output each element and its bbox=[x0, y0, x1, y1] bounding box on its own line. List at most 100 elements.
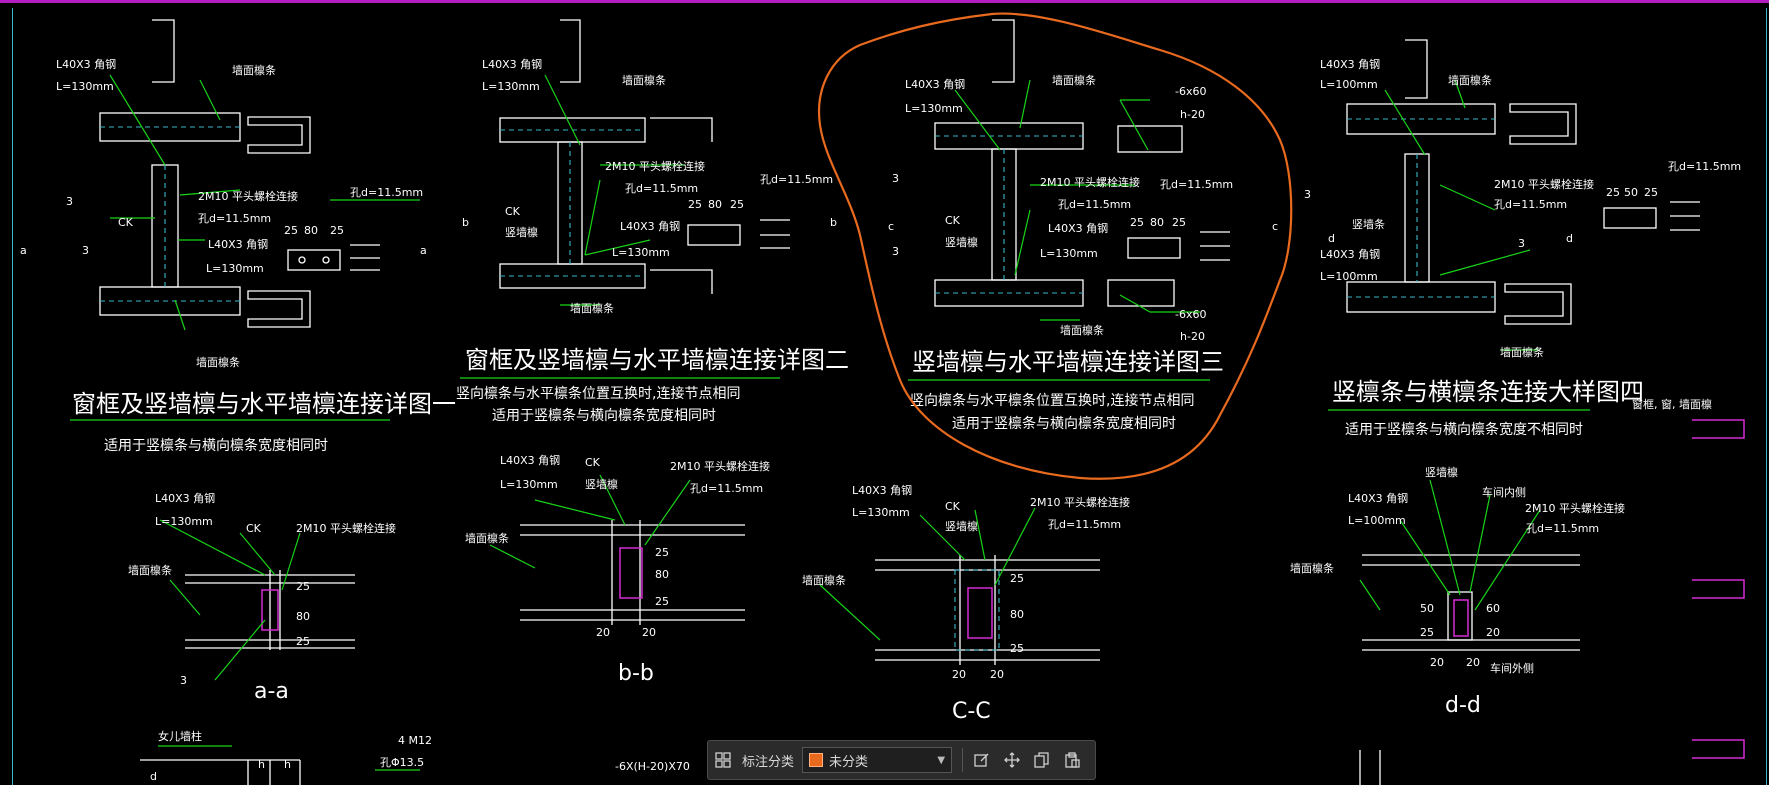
svg-text:孔d=11.5mm: 孔d=11.5mm bbox=[1160, 178, 1233, 191]
label-bb: b-b bbox=[618, 661, 654, 686]
svg-text:墙面檩条: 墙面檩条 bbox=[570, 301, 614, 315]
svg-text:20: 20 bbox=[990, 668, 1004, 681]
svg-text:CK: CK bbox=[246, 522, 262, 535]
svg-text:CK: CK bbox=[585, 456, 601, 469]
svg-text:80: 80 bbox=[708, 198, 722, 211]
svg-text:25: 25 bbox=[688, 198, 702, 211]
svg-text:竖向檩条与水平檩条位置互换时,连接节点相同: 竖向檩条与水平檩条位置互换时,连接节点相同 bbox=[910, 392, 1194, 409]
svg-text:3: 3 bbox=[892, 172, 899, 185]
category-selected: 未分类 bbox=[829, 754, 869, 770]
paste-icon[interactable] bbox=[1057, 745, 1087, 775]
svg-text:-6X(H-20)X70: -6X(H-20)X70 bbox=[615, 760, 690, 773]
svg-text:墙面檩条: 墙面檩条 bbox=[128, 563, 172, 577]
svg-text:CK: CK bbox=[505, 205, 521, 218]
svg-text:h-20: h-20 bbox=[1180, 330, 1205, 343]
svg-text:2M10 平头螺栓连接: 2M10 平头螺栓连接 bbox=[605, 159, 705, 173]
svg-text:3: 3 bbox=[82, 244, 89, 257]
annotation-toolbar: 标注分类 未分类 ▼ bbox=[707, 740, 1096, 780]
svg-text:80: 80 bbox=[655, 568, 669, 581]
svg-text:孔d=11.5mm: 孔d=11.5mm bbox=[625, 182, 698, 195]
toolbar-label: 标注分类 bbox=[742, 754, 795, 770]
svg-text:车间内侧: 车间内侧 bbox=[1482, 485, 1526, 499]
svg-text:h: h bbox=[284, 758, 291, 771]
svg-text:孔d=11.5mm: 孔d=11.5mm bbox=[1058, 198, 1131, 211]
svg-text:2M10 平头螺栓连接: 2M10 平头螺栓连接 bbox=[296, 521, 396, 535]
svg-text:b: b bbox=[830, 216, 837, 229]
svg-text:20: 20 bbox=[952, 668, 966, 681]
detail-3: L40X3 角钢 L=130mm 墙面檩条 -6x60 h-20 3 2M10 … bbox=[818, 12, 1293, 480]
svg-text:L=130mm: L=130mm bbox=[206, 262, 264, 275]
label-l40x3: L40X3 角钢 bbox=[56, 58, 116, 71]
svg-text:竖墙檩: 竖墙檩 bbox=[505, 225, 538, 239]
svg-text:25: 25 bbox=[1010, 572, 1024, 585]
svg-text:L40X3 角钢: L40X3 角钢 bbox=[905, 78, 965, 91]
svg-text:80: 80 bbox=[304, 224, 318, 237]
svg-text:L40X3 角钢: L40X3 角钢 bbox=[852, 484, 912, 497]
svg-text:b: b bbox=[462, 216, 469, 229]
title-detail-2: 窗框及竖墙檩与水平墙檩连接详图二 bbox=[465, 346, 849, 374]
title-detail-1: 窗框及竖墙檩与水平墙檩连接详图一 bbox=[72, 390, 456, 418]
svg-text:孔d=11.5mm: 孔d=11.5mm bbox=[1048, 518, 1121, 531]
svg-text:L40X3 角钢: L40X3 角钢 bbox=[482, 58, 542, 71]
svg-text:25: 25 bbox=[1644, 186, 1658, 199]
detail-2: L40X3 角钢 L=130mm 墙面檩条 2M10 平头螺栓连接 孔d=11.… bbox=[456, 19, 849, 424]
detail-4: L40X3 角钢 L=100mm 墙面檩条 2M10 平头螺栓连接 孔d=11.… bbox=[1304, 39, 1741, 438]
svg-text:L40X3 角钢: L40X3 角钢 bbox=[500, 454, 560, 467]
svg-text:L40X3 角钢: L40X3 角钢 bbox=[155, 492, 215, 505]
svg-text:c: c bbox=[888, 220, 894, 233]
copy-icon[interactable] bbox=[1027, 745, 1057, 775]
svg-text:80: 80 bbox=[1150, 216, 1164, 229]
svg-text:50: 50 bbox=[1624, 186, 1638, 199]
svg-text:25: 25 bbox=[296, 580, 310, 593]
svg-text:d: d bbox=[150, 770, 157, 783]
edit-icon[interactable] bbox=[967, 745, 997, 775]
label-aa: a-a bbox=[254, 679, 289, 704]
svg-text:-6x60: -6x60 bbox=[1175, 85, 1206, 98]
svg-text:竖墙檩: 竖墙檩 bbox=[945, 519, 978, 533]
move-icon[interactable] bbox=[997, 745, 1027, 775]
grid-icon[interactable] bbox=[708, 745, 738, 775]
svg-text:女儿墙柱: 女儿墙柱 bbox=[158, 729, 202, 743]
svg-text:墙面檩条: 墙面檩条 bbox=[232, 63, 276, 77]
category-select[interactable]: 未分类 ▼ bbox=[802, 747, 953, 773]
svg-text:a: a bbox=[20, 244, 27, 257]
svg-text:竖墙檩: 竖墙檩 bbox=[1425, 465, 1458, 479]
svg-text:2M10 平头螺栓连接: 2M10 平头螺栓连接 bbox=[198, 189, 298, 203]
svg-text:3: 3 bbox=[1304, 188, 1311, 201]
svg-text:c: c bbox=[1272, 220, 1278, 233]
svg-text:20: 20 bbox=[1466, 656, 1480, 669]
svg-text:25: 25 bbox=[1420, 626, 1434, 639]
svg-text:L40X3 角钢: L40X3 角钢 bbox=[208, 238, 268, 251]
svg-text:孔d=11.5mm: 孔d=11.5mm bbox=[198, 212, 271, 225]
svg-text:孔d=11.5mm: 孔d=11.5mm bbox=[350, 186, 423, 199]
svg-text:适用于竖檩条与横向檩条宽度相同时: 适用于竖檩条与横向檩条宽度相同时 bbox=[104, 437, 328, 454]
detail-1: L40X3 角钢 L=130mm 墙面檩条 3 CK 2M10 平头螺栓连接 孔… bbox=[20, 19, 456, 454]
cad-drawing: .g { stroke:#18d418; stroke-width:1.2; f… bbox=[20, 12, 1745, 785]
svg-text:3: 3 bbox=[1518, 237, 1525, 250]
svg-text:h: h bbox=[258, 758, 265, 771]
svg-text:墙面檩条: 墙面檩条 bbox=[1290, 561, 1334, 575]
svg-text:2M10 平头螺栓连接: 2M10 平头螺栓连接 bbox=[1040, 175, 1140, 189]
title-detail-4: 竖檩条与横檩条连接大样图四 bbox=[1332, 378, 1644, 406]
section-aa: L40X3 角钢 L=130mm CK 2M10 平头螺栓连接 墙面檩条 25 … bbox=[128, 492, 396, 704]
svg-text:4 M12: 4 M12 bbox=[398, 734, 432, 747]
label-dd: d-d bbox=[1445, 693, 1481, 718]
svg-text:孔d=11.5mm: 孔d=11.5mm bbox=[690, 482, 763, 495]
svg-text:20: 20 bbox=[596, 626, 610, 639]
svg-text:25: 25 bbox=[284, 224, 298, 237]
svg-text:CK: CK bbox=[945, 214, 961, 227]
svg-text:L=130mm: L=130mm bbox=[612, 246, 670, 259]
toolbar-divider bbox=[962, 748, 964, 772]
svg-text:50: 50 bbox=[1420, 602, 1434, 615]
svg-text:适用于竖檩条与横向檩条宽度不相同时: 适用于竖檩条与横向檩条宽度不相同时 bbox=[1345, 421, 1583, 438]
svg-text:窗框, 窗, 墙面檩: 窗框, 窗, 墙面檩 bbox=[1632, 397, 1712, 411]
svg-text:墙面檩条: 墙面檩条 bbox=[1052, 73, 1096, 87]
svg-text:25: 25 bbox=[296, 635, 310, 648]
svg-text:2M10 平头螺栓连接: 2M10 平头螺栓连接 bbox=[1030, 495, 1130, 509]
section-cc: L40X3 角钢 L=130mm CK 竖墙檩 2M10 平头螺栓连接 孔d=1… bbox=[802, 484, 1130, 724]
cad-canvas[interactable]: .g { stroke:#18d418; stroke-width:1.2; f… bbox=[0, 0, 1769, 785]
svg-text:3: 3 bbox=[180, 674, 187, 687]
svg-text:孔d=11.5mm: 孔d=11.5mm bbox=[760, 173, 833, 186]
svg-text:竖墙檩: 竖墙檩 bbox=[945, 235, 978, 249]
svg-text:25: 25 bbox=[1172, 216, 1186, 229]
